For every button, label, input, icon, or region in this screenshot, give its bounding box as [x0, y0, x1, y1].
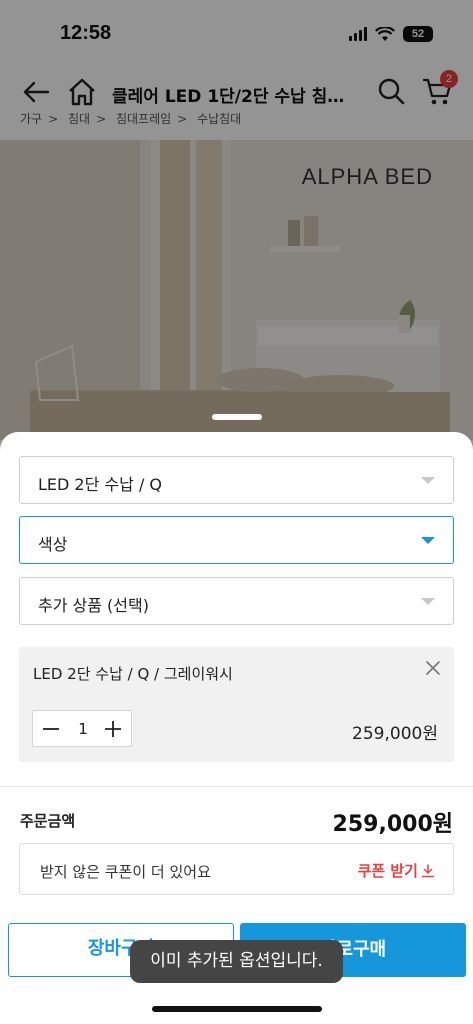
quantity-stepper: 1 [32, 710, 132, 747]
quantity-value[interactable]: 1 [71, 720, 95, 738]
option-price: 259,000원 [352, 724, 438, 744]
coupon-text: 받지 않은 쿠폰이 더 있어요 [40, 863, 211, 881]
download-icon [421, 863, 435, 877]
total-price: 259,000원 [332, 812, 453, 837]
chevron-down-icon [421, 537, 435, 544]
divider [0, 786, 473, 787]
plus-icon[interactable] [103, 719, 123, 739]
close-icon[interactable] [424, 659, 442, 677]
coupon-download-link[interactable]: 쿠폰 받기 [358, 860, 435, 881]
select-label: 색상 [38, 535, 68, 554]
coupon-banner[interactable]: 받지 않은 쿠폰이 더 있어요 쿠폰 받기 [19, 843, 454, 895]
option-select-color[interactable]: 색상 [19, 516, 454, 564]
select-label: LED 2단 수납 / Q [38, 475, 163, 494]
option-select-size[interactable]: LED 2단 수납 / Q [19, 456, 454, 504]
home-indicator[interactable] [152, 1006, 322, 1012]
total-label: 주문금액 [20, 812, 76, 830]
chevron-down-icon [421, 477, 435, 484]
selected-option-name: LED 2단 수납 / Q / 그레이워시 [33, 665, 233, 683]
minus-icon[interactable] [41, 719, 61, 739]
select-label: 추가 상품 (선택) [38, 596, 149, 615]
selected-option-card: LED 2단 수납 / Q / 그레이워시 1 259,000원 [19, 647, 454, 762]
chevron-down-icon [421, 598, 435, 605]
option-select-addon[interactable]: 추가 상품 (선택) [19, 577, 454, 625]
coupon-link-label: 쿠폰 받기 [357, 862, 418, 880]
toast-message: 이미 추가된 옵션입니다. [130, 940, 343, 983]
sheet-drag-handle[interactable] [212, 414, 262, 420]
